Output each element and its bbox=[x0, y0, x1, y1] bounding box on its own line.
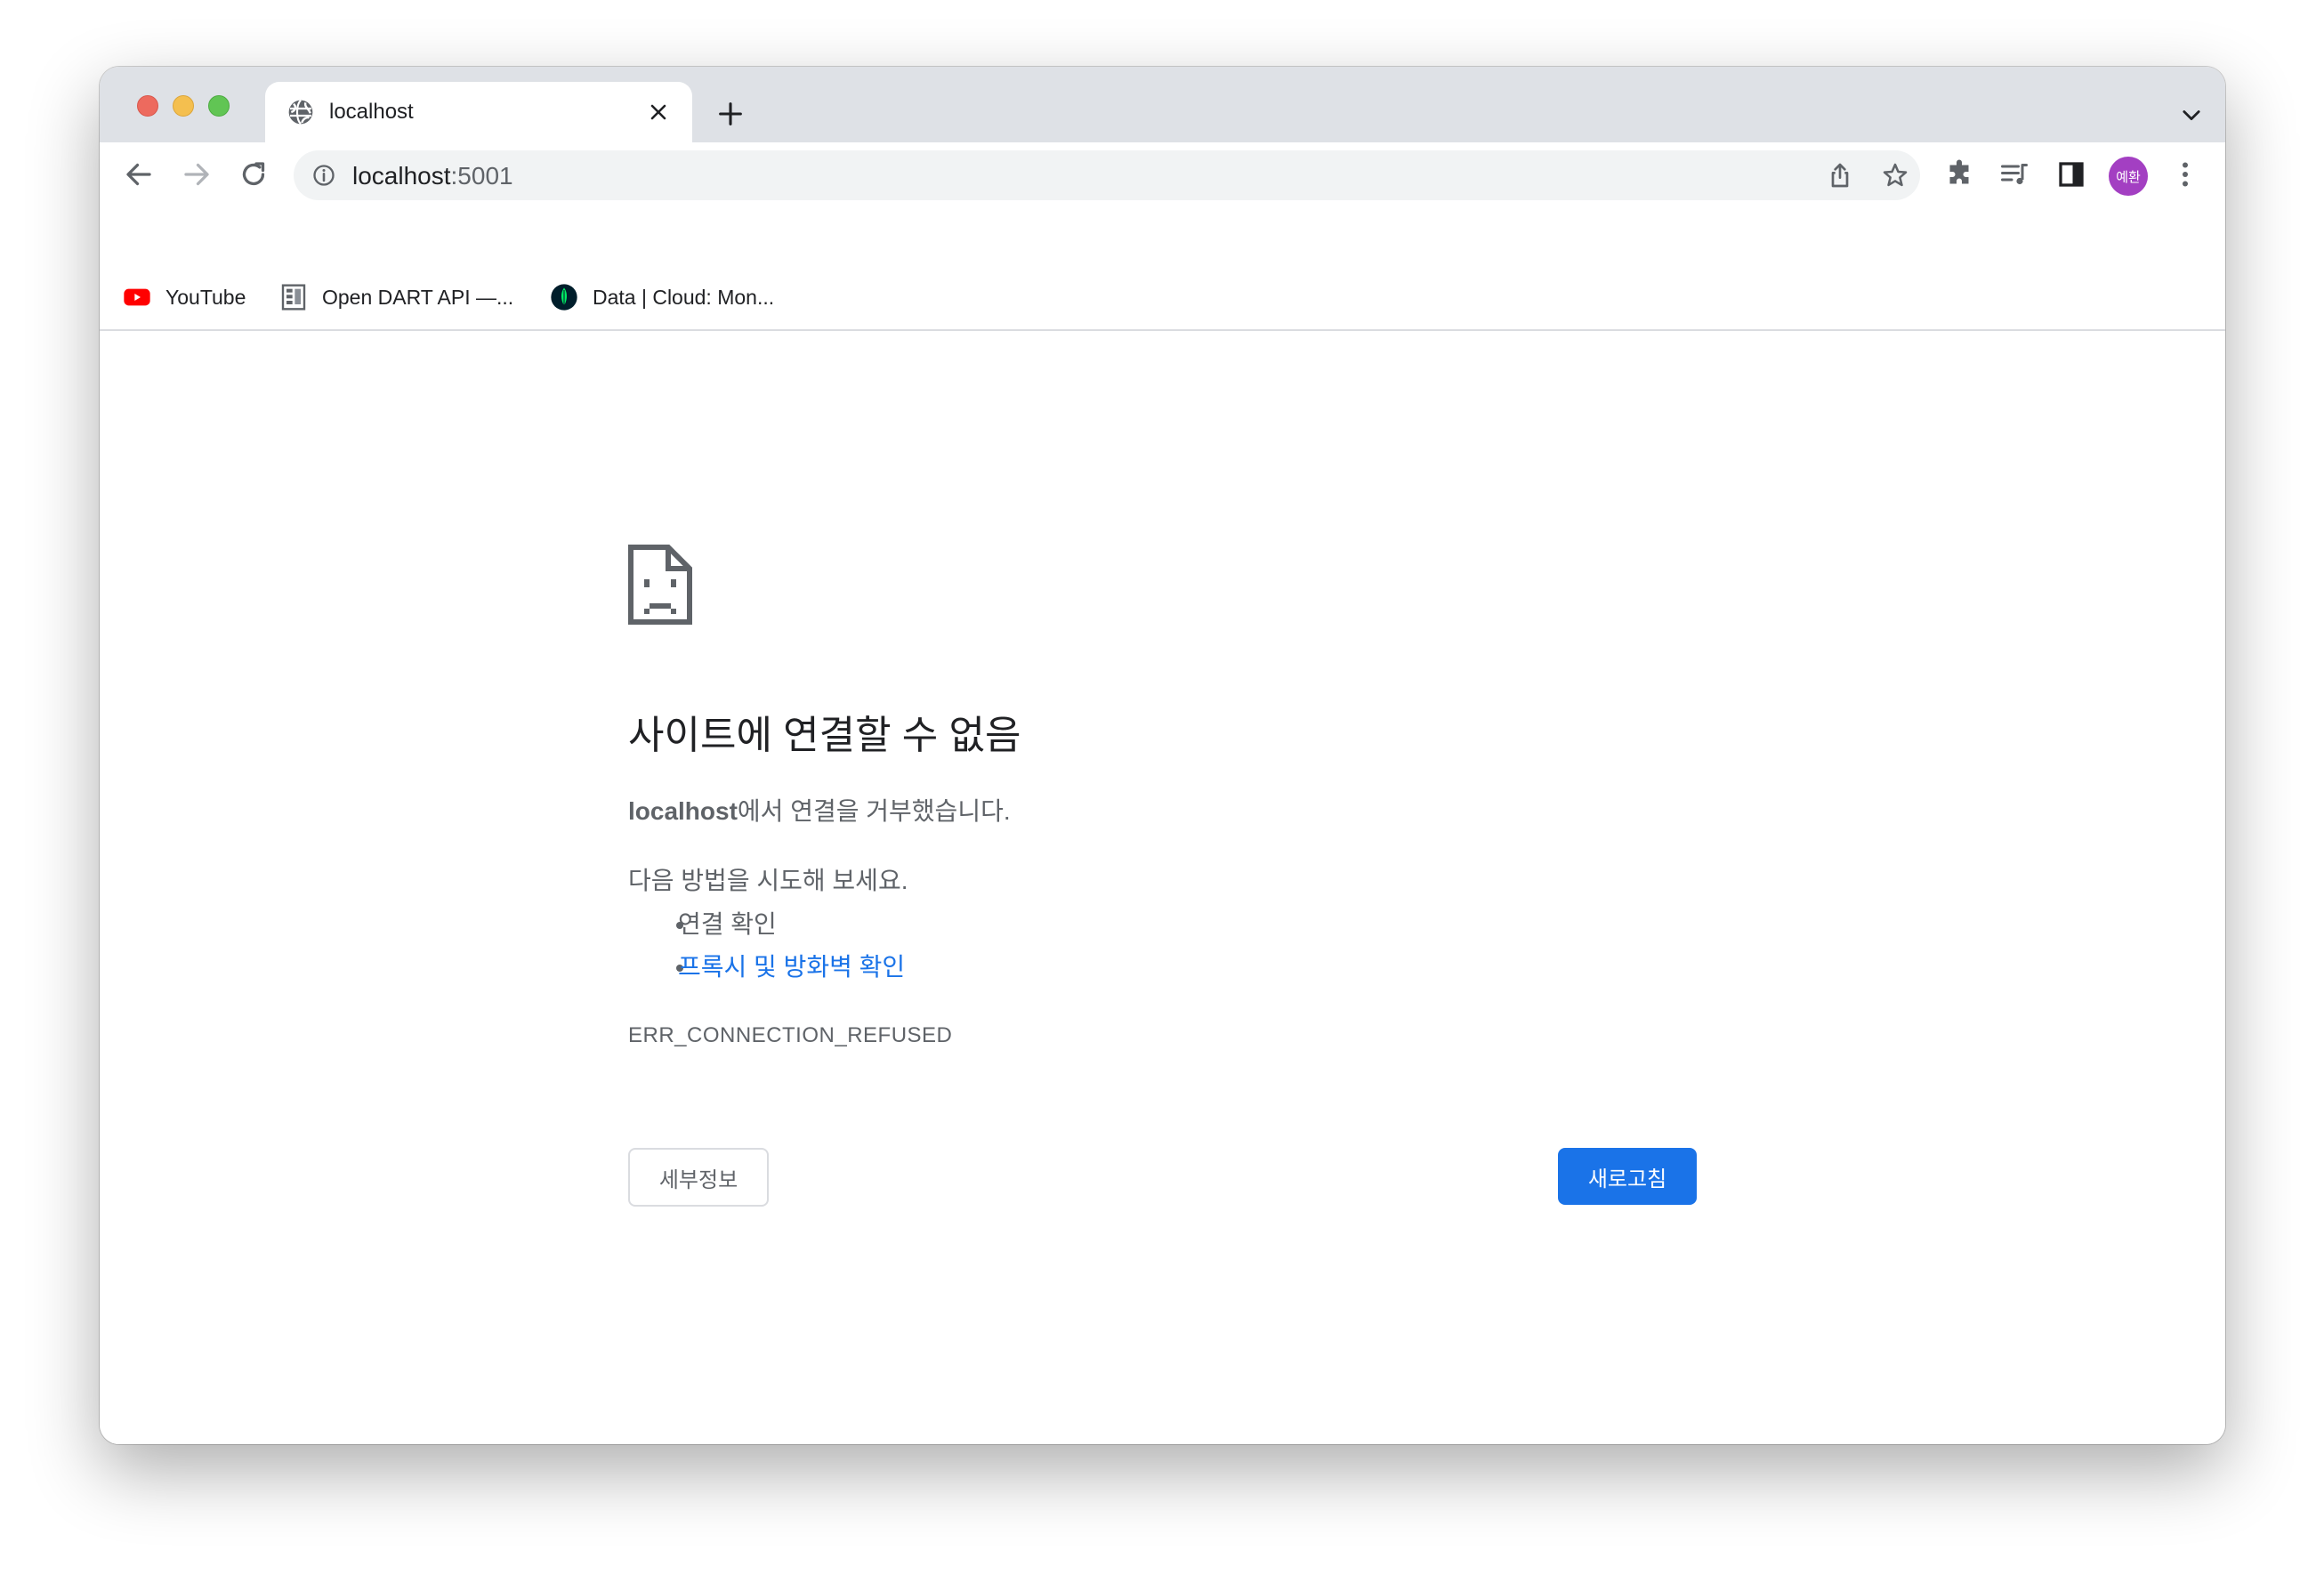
side-panel-icon[interactable] bbox=[2055, 158, 2087, 190]
close-window-button[interactable] bbox=[137, 95, 158, 117]
extensions-puzzle-icon[interactable] bbox=[1943, 158, 1975, 190]
fullscreen-window-button[interactable] bbox=[208, 95, 230, 117]
error-title: 사이트에 연결할 수 없음 bbox=[628, 714, 1021, 757]
tab-strip: localhost bbox=[100, 67, 2225, 142]
url-port: :5001 bbox=[450, 162, 513, 190]
suggestion-check-connection: 연결 확인 bbox=[678, 910, 777, 938]
details-button[interactable]: 세부정보 bbox=[628, 1148, 769, 1207]
address-bar[interactable]: localhost:5001 bbox=[294, 150, 1920, 200]
mongodb-leaf-icon bbox=[551, 284, 577, 311]
forward-arrow-icon[interactable] bbox=[181, 158, 213, 190]
sad-page-icon bbox=[628, 545, 692, 625]
bookmark-open-dart-api[interactable]: Open DART API —... bbox=[279, 283, 513, 311]
bookmark-label: Open DART API —... bbox=[322, 285, 514, 309]
info-icon[interactable] bbox=[311, 163, 336, 188]
error-code: ERR_CONNECTION_REFUSED bbox=[628, 1023, 953, 1047]
bookmark-youtube[interactable]: YouTube bbox=[123, 283, 246, 311]
dart-icon bbox=[281, 284, 306, 311]
error-host: localhost bbox=[628, 797, 738, 825]
bookmark-label: Data | Cloud: Mon... bbox=[593, 285, 775, 309]
reload-icon[interactable] bbox=[238, 158, 270, 190]
bookmarks-bar: YouTube Open DART API —... Data | Cloud:… bbox=[100, 206, 2225, 331]
profile-avatar[interactable]: 예환 bbox=[2109, 157, 2148, 196]
more-menu-icon[interactable] bbox=[2169, 158, 2201, 190]
url-text[interactable]: localhost:5001 bbox=[352, 162, 513, 190]
bookmark-star-icon[interactable] bbox=[1881, 161, 1909, 190]
back-arrow-icon[interactable] bbox=[123, 158, 155, 190]
globe-icon bbox=[288, 99, 313, 125]
error-desc-text: 에서 연결을 거부했습니다. bbox=[737, 797, 1011, 825]
error-page: 사이트에 연결할 수 없음 localhost에서 연결을 거부했습니다. 다음… bbox=[100, 331, 2225, 1444]
bookmark-mongodb-cloud[interactable]: Data | Cloud: Mon... bbox=[550, 283, 774, 311]
share-icon[interactable] bbox=[1826, 161, 1854, 190]
new-tab-icon[interactable] bbox=[715, 99, 746, 129]
minimize-window-button[interactable] bbox=[173, 95, 194, 117]
chevron-down-icon[interactable] bbox=[2179, 102, 2204, 127]
bookmark-label: YouTube bbox=[165, 285, 246, 309]
browser-window: localhost localhost:5001 예환 YouTube Open… bbox=[100, 67, 2225, 1444]
tab-localhost[interactable]: localhost bbox=[265, 82, 692, 142]
suggestion-check-proxy-firewall-link[interactable]: 프록시 및 방화벽 확인 bbox=[678, 948, 905, 983]
youtube-icon bbox=[124, 288, 150, 306]
tab-title: localhost bbox=[329, 100, 414, 124]
reading-list-icon[interactable] bbox=[1998, 158, 2030, 190]
error-description: localhost에서 연결을 거부했습니다. bbox=[628, 792, 1011, 828]
bookmarks-bar-divider bbox=[100, 206, 2225, 331]
close-tab-icon[interactable] bbox=[646, 100, 671, 125]
reload-button[interactable]: 새로고침 bbox=[1558, 1148, 1697, 1205]
try-suggestions-heading: 다음 방법을 시도해 보세요. bbox=[628, 867, 908, 894]
toolbar: localhost:5001 예환 bbox=[100, 142, 2225, 206]
url-host: localhost bbox=[352, 162, 451, 190]
